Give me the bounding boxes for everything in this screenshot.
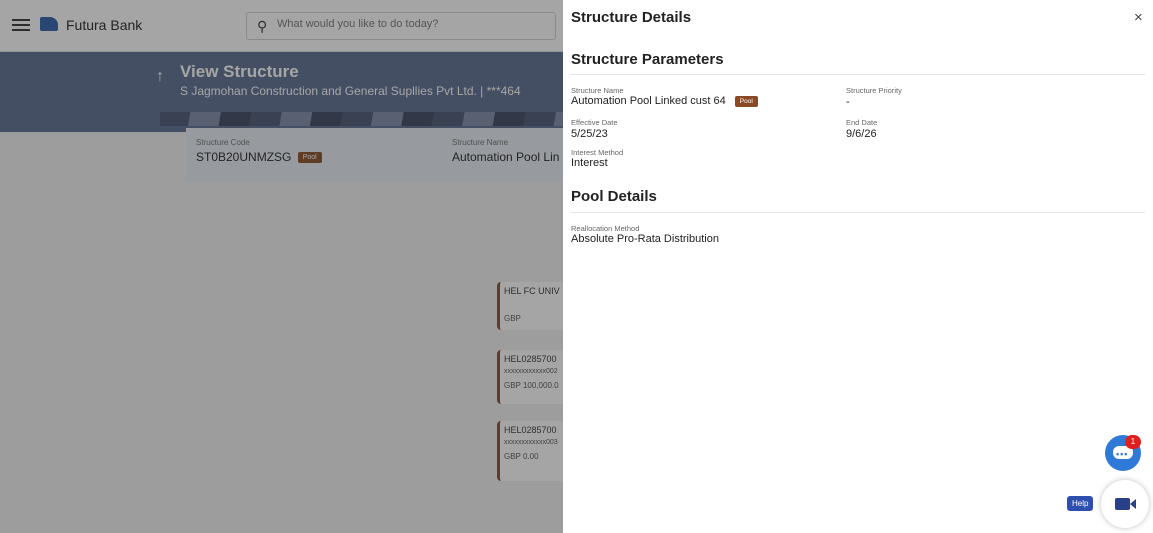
interest-method-value: Interest [571, 157, 608, 169]
interest-method-label: Interest Method [571, 148, 624, 157]
end-date-value: 9/6/26 [846, 128, 877, 140]
end-date-label: End Date [846, 118, 878, 127]
camera-body [1115, 498, 1130, 510]
structure-name-label: Structure Name [571, 86, 624, 95]
chat-dots: ••• [1116, 449, 1129, 459]
notification-badge: 1 [1125, 435, 1141, 449]
structure-name-text: Automation Pool Linked cust 64 [571, 95, 726, 107]
video-camera-icon[interactable] [1101, 480, 1149, 528]
camera-lens [1130, 499, 1136, 509]
help-label[interactable]: Help [1067, 496, 1094, 511]
pool-badge: Pool [734, 95, 758, 107]
section-divider [571, 212, 1145, 213]
reallocation-method-value: Absolute Pro-Rata Distribution [571, 233, 719, 245]
structure-parameters-heading: Structure Parameters [571, 51, 724, 68]
section-divider [571, 74, 1145, 75]
structure-priority-label: Structure Priority [846, 86, 902, 95]
effective-date-label: Effective Date [571, 118, 618, 127]
pool-details-heading: Pool Details [571, 188, 657, 205]
modal-overlay[interactable] [0, 0, 563, 533]
reallocation-method-label: Reallocation Method [571, 224, 640, 233]
structure-details-drawer: Structure Details × Structure Parameters… [563, 0, 1153, 533]
effective-date-value: 5/25/23 [571, 128, 608, 140]
structure-name-value: Automation Pool Linked cust 64 Pool [571, 95, 758, 107]
close-icon[interactable]: × [1134, 9, 1143, 26]
drawer-title: Structure Details [571, 9, 692, 26]
structure-priority-value: - [846, 96, 850, 108]
